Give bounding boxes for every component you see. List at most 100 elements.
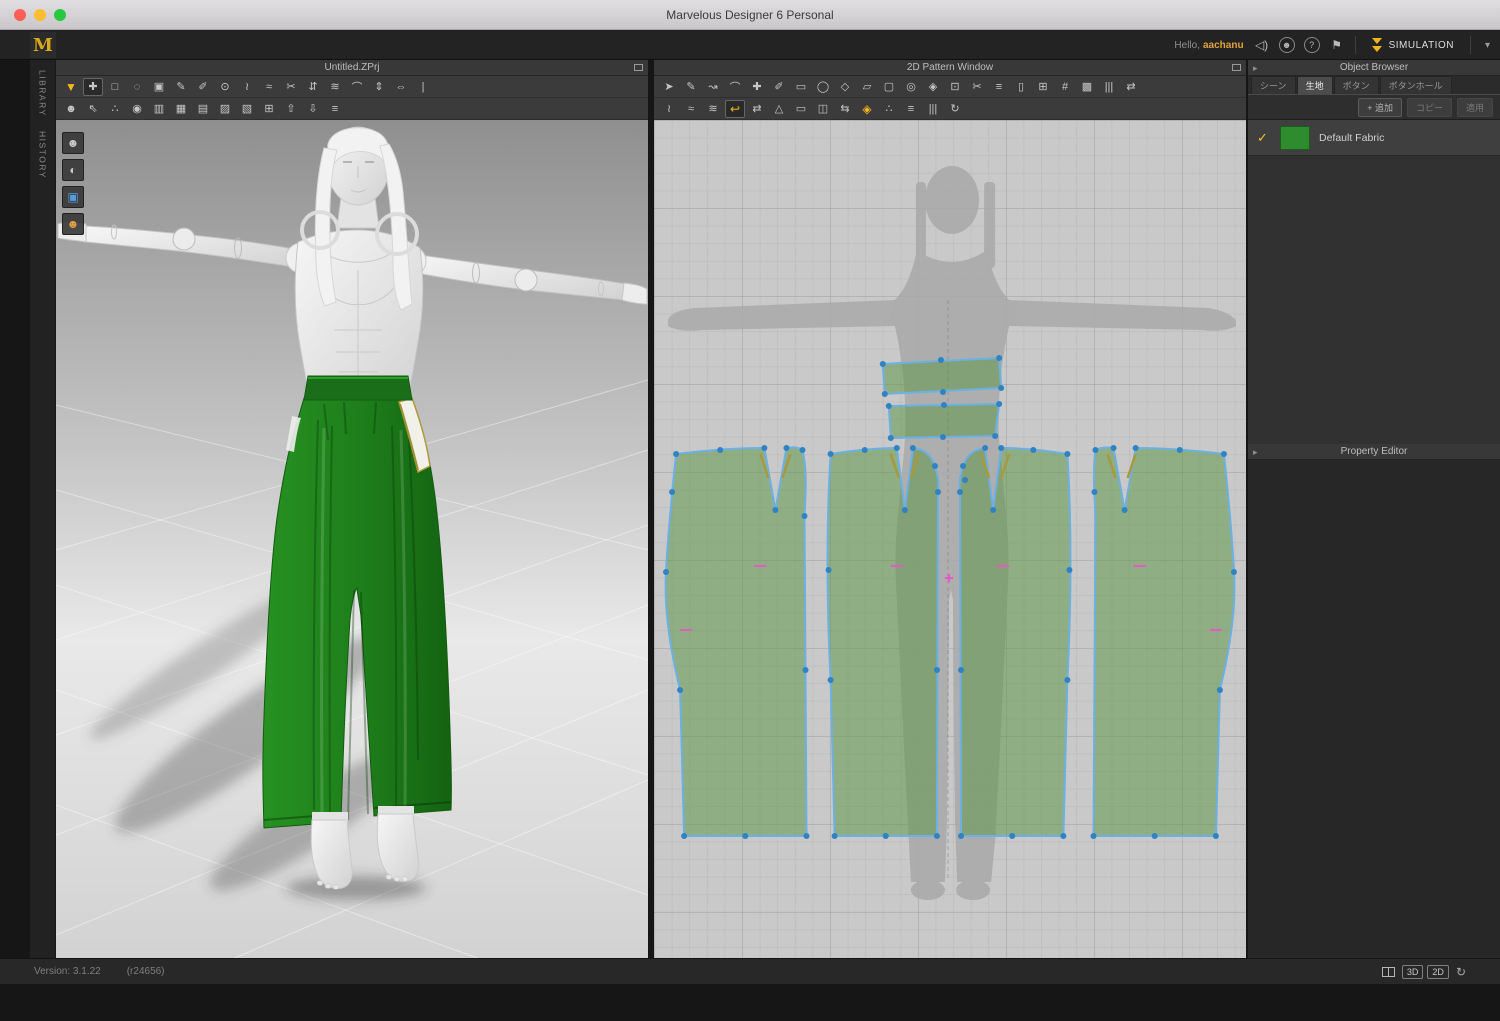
pattern-outline-icon[interactable]: ▯ — [1011, 78, 1031, 96]
stress-map-icon[interactable]: ▨ — [215, 100, 235, 118]
pattern-layout-icon[interactable]: ||| — [1099, 78, 1119, 96]
sound-icon[interactable]: ◁) — [1254, 37, 1270, 53]
pin-icon[interactable]: ⊙ — [215, 78, 235, 96]
news-icon[interactable]: ⚑ — [1329, 37, 1345, 53]
pattern-piece-back-right[interactable] — [960, 448, 1071, 836]
edit-curvature-icon[interactable]: ↝ — [703, 78, 723, 96]
internal-circle-icon[interactable]: ◎ — [901, 78, 921, 96]
show-grid-icon[interactable]: ⊞ — [1033, 78, 1053, 96]
mesh-icon[interactable]: ▦ — [171, 100, 191, 118]
notch-icon[interactable]: △ — [769, 100, 789, 118]
seam-allowance-icon[interactable]: ≡ — [989, 78, 1009, 96]
trace-icon[interactable]: ⊡ — [945, 78, 965, 96]
show-garment-toggle-icon[interactable]: ◐ — [62, 159, 84, 181]
fit-map-icon[interactable]: ▧ — [237, 100, 257, 118]
circle-icon[interactable]: ◯ — [813, 78, 833, 96]
pin-lasso-icon[interactable]: ✎ — [171, 78, 191, 96]
show-points-icon[interactable]: ∴ — [879, 100, 899, 118]
canvas-2d[interactable] — [654, 120, 1246, 958]
rectangle-icon[interactable]: ▭ — [791, 78, 811, 96]
simulation-button[interactable]: SIMULATION — [1366, 30, 1460, 60]
ruler-icon[interactable]: | — [413, 78, 433, 96]
lower-garment-icon[interactable]: ⇩ — [303, 100, 323, 118]
edit-curve-point-icon[interactable]: ⌒ — [725, 78, 745, 96]
fold-arrangement-icon[interactable]: ⇵ — [303, 78, 323, 96]
close-button[interactable] — [14, 9, 26, 21]
pattern-piece-back-left[interactable] — [828, 448, 939, 836]
simulate-icon[interactable]: ▼ — [61, 78, 81, 96]
texture-editor-icon[interactable]: ▩ — [1077, 78, 1097, 96]
pattern-piece-waistband-back[interactable] — [889, 404, 999, 438]
help-icon[interactable]: ? — [1304, 37, 1320, 53]
copy-fabric-button[interactable]: コピー — [1407, 98, 1452, 117]
pattern-piece-front-left[interactable] — [666, 447, 807, 836]
pattern-piece-waistband-front[interactable] — [883, 358, 1001, 394]
internal-dart-icon[interactable]: ◈ — [923, 78, 943, 96]
rail-tab-library[interactable]: LIBRARY — [38, 70, 48, 117]
strain-map-icon[interactable]: ▤ — [193, 100, 213, 118]
view-3d-button[interactable]: 3D — [1402, 965, 1424, 979]
tab-buttonhole[interactable]: ボタンホール — [1380, 76, 1452, 94]
tab-fabric[interactable]: 生地 — [1297, 76, 1333, 94]
select-lasso-icon[interactable]: ◌ — [127, 78, 147, 96]
sync-2d3d-icon[interactable]: ⇄ — [1121, 78, 1141, 96]
measure-tape-icon[interactable]: ⌒ — [347, 78, 367, 96]
header-dropdown-icon[interactable]: ▾ — [1481, 40, 1494, 51]
polygon-icon[interactable]: ✐ — [769, 78, 789, 96]
check-sewing-icon[interactable]: ⇄ — [747, 100, 767, 118]
symmetry-edit-icon[interactable]: ⇆ — [835, 100, 855, 118]
view-2d-button[interactable]: 2D — [1427, 965, 1449, 979]
arrangement-points-icon[interactable]: ∴ — [105, 100, 125, 118]
username[interactable]: aachanu — [1203, 40, 1244, 51]
refresh-icon[interactable]: ↻ — [1456, 965, 1466, 979]
undock-icon[interactable] — [634, 64, 643, 71]
zoom-button[interactable] — [54, 9, 66, 21]
dual-view-icon[interactable] — [1382, 967, 1395, 977]
rail-tab-history[interactable]: HISTORY — [38, 131, 48, 179]
avatar-material-icon[interactable]: ☻ — [62, 213, 84, 235]
collapse-arrow-icon[interactable]: ▸ — [1253, 444, 1258, 460]
detach-sew-icon[interactable]: ✂ — [281, 78, 301, 96]
free-sew-icon[interactable]: ≈ — [259, 78, 279, 96]
wind-icon[interactable]: ≋ — [325, 78, 345, 96]
segment-sew-icon[interactable]: ≀ — [237, 78, 257, 96]
account-icon[interactable]: ☻ — [1279, 37, 1295, 53]
apply-fabric-button[interactable]: 適用 — [1457, 98, 1493, 117]
free-sew-2d-icon[interactable]: ≈ — [681, 100, 701, 118]
internal-polygon-icon[interactable]: ▱ — [857, 78, 877, 96]
snap-icon[interactable]: # — [1055, 78, 1075, 96]
seam-tape-icon[interactable]: ▭ — [791, 100, 811, 118]
avatar-pose-icon[interactable]: ☻ — [61, 100, 81, 118]
measure-height-icon[interactable]: ⇕ — [369, 78, 389, 96]
show-sewing-icon[interactable]: ◈ — [857, 100, 877, 118]
edit-sewing-icon[interactable]: ↩ — [725, 100, 745, 118]
mirror-pattern-icon[interactable]: ◫ — [813, 100, 833, 118]
canvas-3d[interactable]: ☻◐▣☻ — [56, 120, 648, 958]
segment-sew-2d-icon[interactable]: ≀ — [659, 100, 679, 118]
brush-icon[interactable]: ✐ — [193, 78, 213, 96]
render-style-icon[interactable]: ▣ — [62, 186, 84, 208]
add-point-icon[interactable]: ✚ — [747, 78, 767, 96]
flatten-icon[interactable]: ⊞ — [259, 100, 279, 118]
measure-width-icon[interactable]: ⇔ — [391, 78, 411, 96]
tab-button[interactable]: ボタン — [1334, 76, 1379, 94]
cut-sew-icon[interactable]: ✂ — [967, 78, 987, 96]
multi-segment-sew-icon[interactable]: ≋ — [703, 100, 723, 118]
edit-pattern-icon[interactable]: ✎ — [681, 78, 701, 96]
fabric-row[interactable]: ✓Default Fabric — [1248, 120, 1500, 156]
minimize-button[interactable] — [34, 9, 46, 21]
raise-garment-icon[interactable]: ⇧ — [281, 100, 301, 118]
pin-box-icon[interactable]: ▣ — [149, 78, 169, 96]
avatar-move-icon[interactable]: ⇖ — [83, 100, 103, 118]
xray-icon[interactable]: ▥ — [149, 100, 169, 118]
tab-scene[interactable]: シーン — [1251, 76, 1296, 94]
add-fabric-button[interactable]: + 追加 — [1358, 98, 1402, 117]
undock-icon[interactable] — [1232, 64, 1241, 71]
pattern-bars-icon[interactable]: ||| — [923, 100, 943, 118]
select-box-icon[interactable]: □ — [105, 78, 125, 96]
select-move-icon[interactable]: ✚ — [83, 78, 103, 96]
internal-rectangle-icon[interactable]: ▢ — [879, 78, 899, 96]
refresh-2d-icon[interactable]: ↻ — [945, 100, 965, 118]
grading-icon[interactable]: ≡ — [901, 100, 921, 118]
transform-pattern-icon[interactable]: ➤ — [659, 78, 679, 96]
